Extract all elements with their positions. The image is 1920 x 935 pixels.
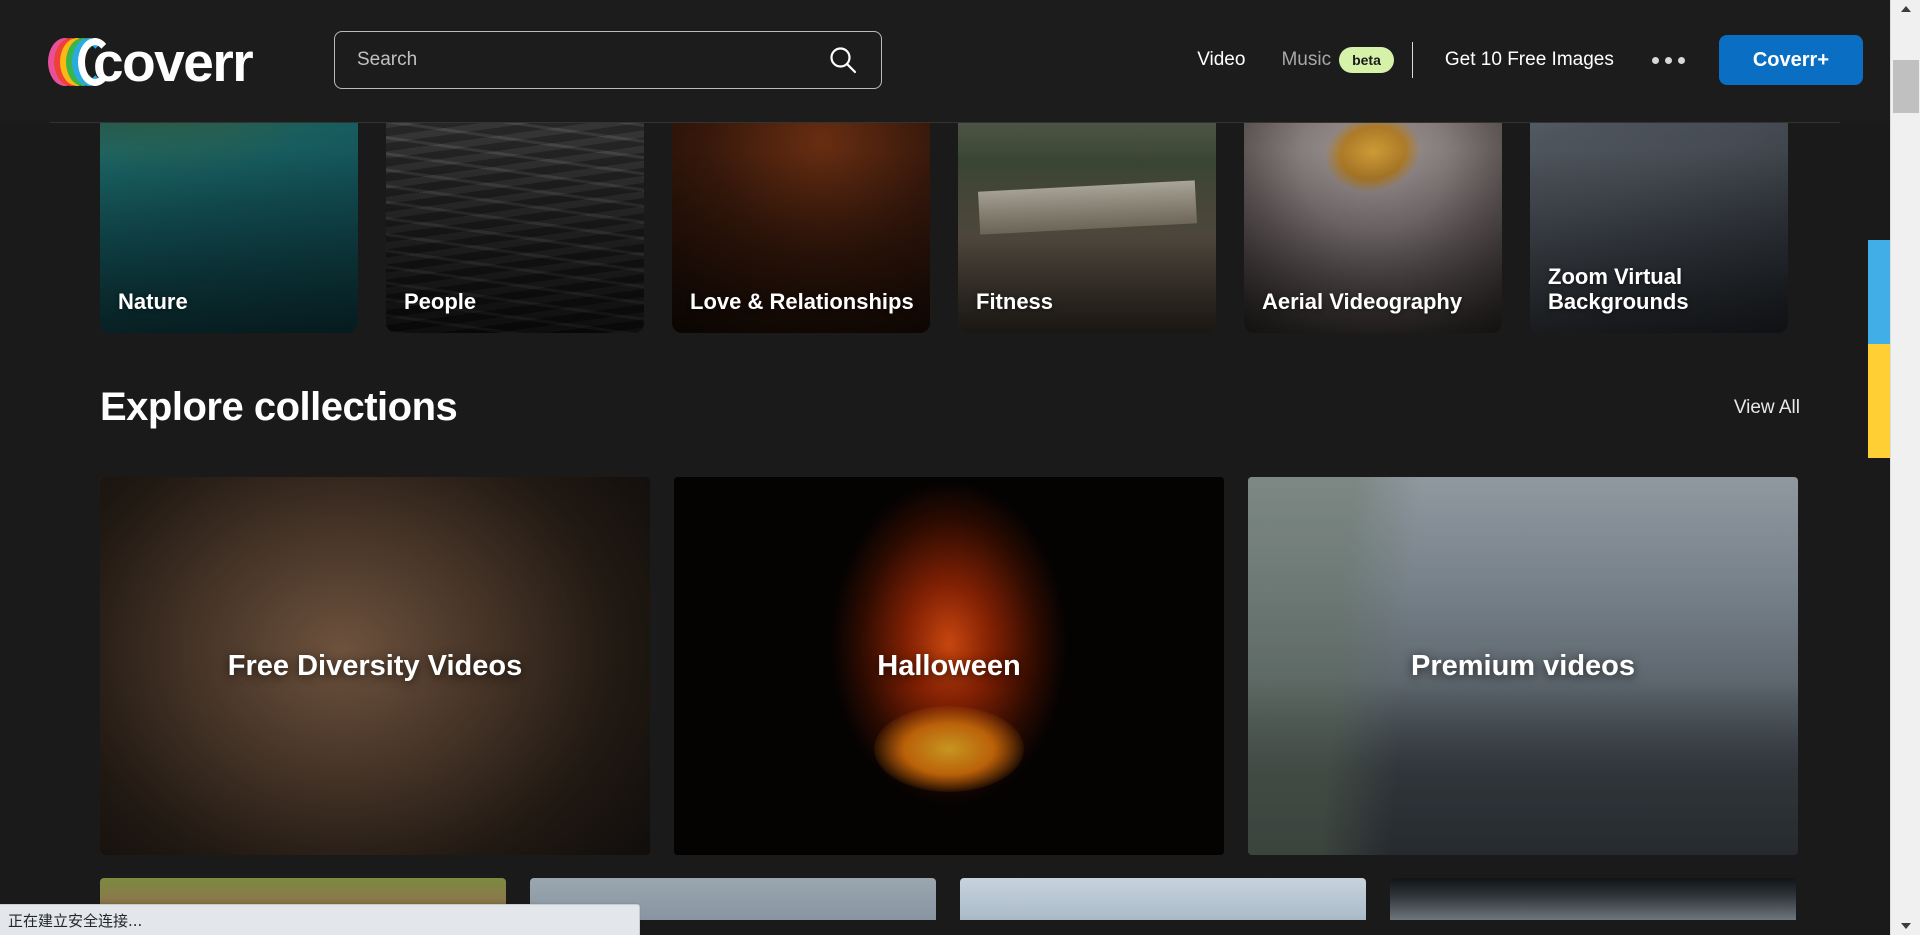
status-text: 正在建立安全连接...: [8, 911, 143, 930]
category-label-nature: Nature: [118, 289, 188, 315]
collections-row: Free Diversity Videos Halloween Premium …: [100, 477, 1800, 855]
collection-title: Free Diversity Videos: [227, 649, 523, 682]
category-label-fitness: Fitness: [976, 289, 1054, 315]
logo-rainbow-icon: [48, 38, 112, 86]
collection-card-partial[interactable]: [960, 878, 1366, 920]
nav-item-music[interactable]: Music: [1263, 49, 1349, 71]
nav-item-video[interactable]: Video: [1179, 49, 1263, 71]
category-label-aerial-videography: Aerial Videography: [1262, 289, 1463, 315]
scroll-down-icon[interactable]: [1891, 917, 1920, 935]
category-label-zoom-virtual-backgrounds: Zoom Virtual Backgrounds: [1548, 263, 1689, 315]
coverr-logo[interactable]: coverr: [48, 31, 254, 93]
music-beta-badge: beta: [1339, 47, 1394, 73]
view-all-link[interactable]: View All: [1734, 397, 1800, 419]
logo-text: coverr: [93, 31, 254, 93]
browser-window: Nature People Love & Relationships Fitne…: [0, 0, 1920, 935]
nav-item-get-free-images[interactable]: Get 10 Free Images: [1427, 49, 1632, 71]
ellipsis-icon[interactable]: [1632, 56, 1705, 64]
category-label-love-relationships: Love & Relationships: [690, 289, 914, 315]
collection-title: Premium videos: [1410, 649, 1636, 682]
collection-card-free-diversity-videos[interactable]: Free Diversity Videos: [100, 477, 650, 855]
search-input[interactable]: Search: [357, 49, 827, 71]
scrollbar-thumb[interactable]: [1893, 60, 1919, 113]
vertical-scrollbar[interactable]: [1890, 0, 1920, 935]
page-title: Explore collections: [100, 385, 458, 429]
category-label-people: People: [404, 289, 477, 315]
collection-title: Halloween: [877, 649, 1021, 682]
header-nav: Video Music beta Get 10 Free Images Cove…: [1179, 31, 1863, 89]
coverr-plus-button[interactable]: Coverr+: [1718, 35, 1863, 85]
page-edge-color-bars: [1868, 240, 1890, 458]
browser-status-bar: 正在建立安全连接...: [0, 904, 640, 935]
collection-card-premium-videos[interactable]: Premium videos: [1248, 477, 1798, 855]
nav-divider: [1411, 42, 1413, 78]
webpage-content: Nature People Love & Relationships Fitne…: [0, 0, 1890, 920]
scroll-up-icon[interactable]: [1891, 0, 1920, 18]
collection-card-partial[interactable]: [1390, 878, 1796, 920]
search-bar[interactable]: Search: [334, 31, 882, 89]
explore-collections-header: Explore collections View All: [100, 385, 1800, 430]
site-header: coverr Search Video Music beta Get 10 Fr…: [0, 0, 1890, 123]
search-icon[interactable]: [827, 44, 859, 76]
edge-bar-blue: [1868, 240, 1890, 344]
collection-card-halloween[interactable]: Halloween: [674, 477, 1224, 855]
header-divider: [50, 122, 1840, 123]
edge-bar-yellow: [1868, 344, 1890, 458]
